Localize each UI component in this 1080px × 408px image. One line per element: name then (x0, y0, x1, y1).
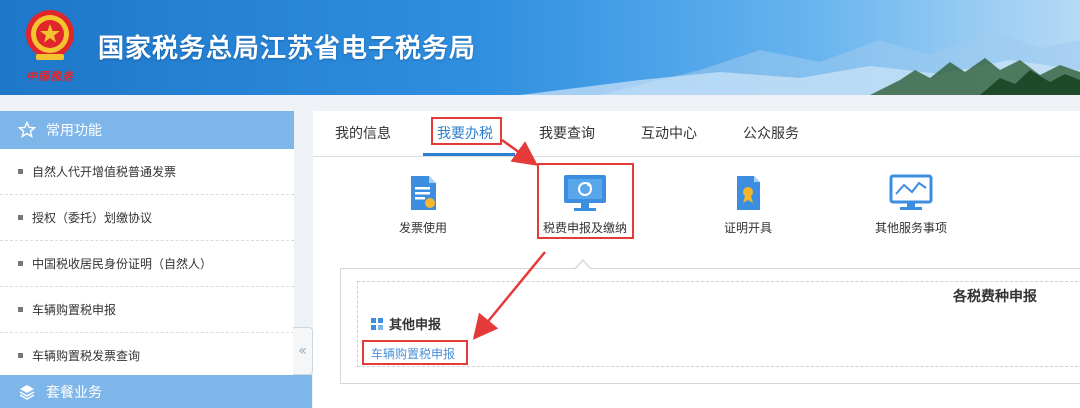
arrow-to-service (501, 138, 539, 166)
arrow-to-link (472, 251, 546, 340)
annotation-arrows (472, 138, 546, 340)
